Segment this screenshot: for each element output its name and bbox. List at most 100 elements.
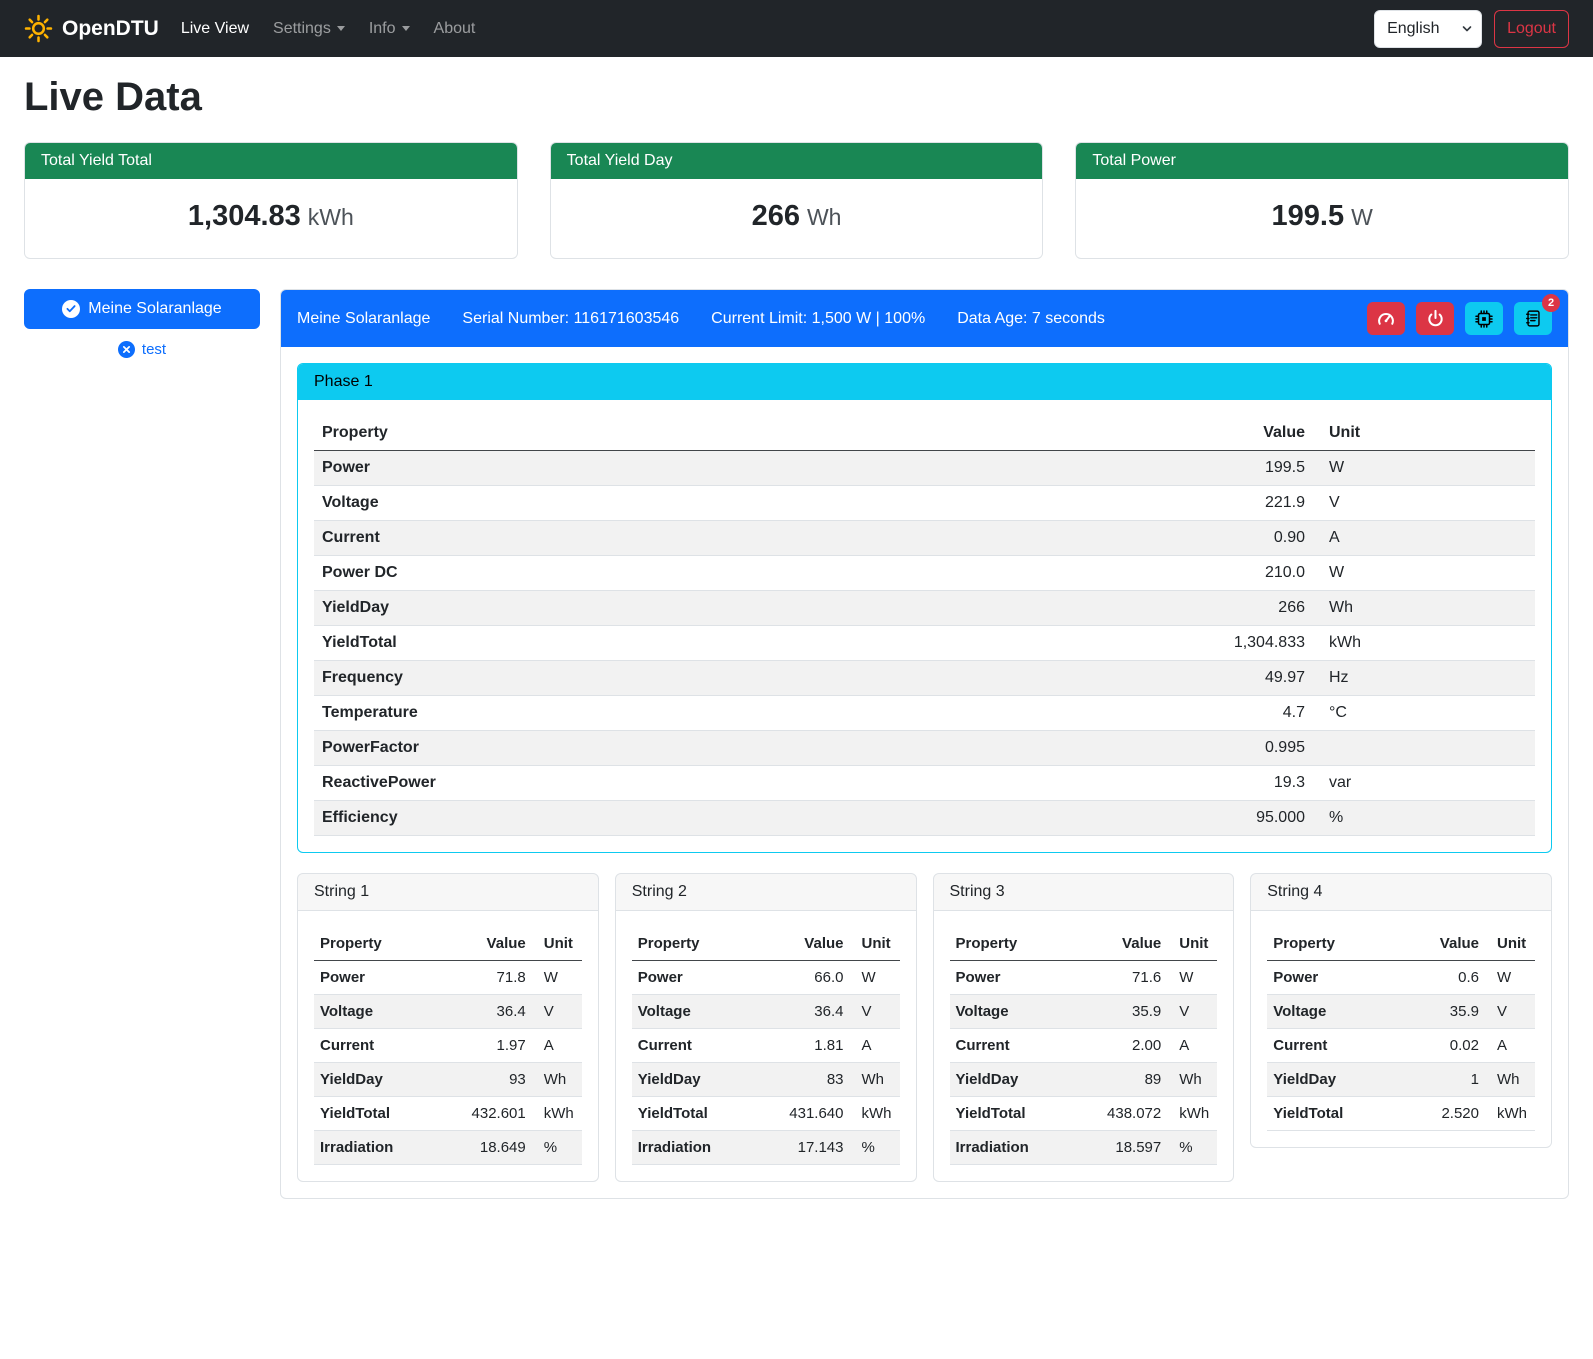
brand-link[interactable]: OpenDTU	[24, 14, 159, 43]
unit-cell: V	[532, 995, 582, 1029]
string-table: Property Value Unit Power71.6WVoltage35.…	[950, 927, 1218, 1165]
table-row: Power0.6W	[1267, 961, 1535, 995]
string-2-card: String 2 Property Value Unit	[615, 873, 917, 1182]
phase-body: Property Value Unit Power199.5WVoltage22…	[298, 400, 1551, 852]
unit-cell: Wh	[1167, 1063, 1217, 1097]
table-row: Frequency49.97Hz	[314, 661, 1535, 696]
inverter-card-header: Meine Solaranlage Serial Number: 1161716…	[281, 290, 1568, 347]
property-cell: Voltage	[314, 486, 1183, 521]
property-cell: Frequency	[314, 661, 1183, 696]
limit-settings-button[interactable]	[1367, 302, 1405, 335]
table-row: YieldTotal432.601kWh	[314, 1097, 582, 1131]
unit-cell: kWh	[850, 1097, 900, 1131]
chevron-down-icon	[402, 26, 410, 31]
card-title: Total Power	[1076, 143, 1568, 179]
language-select[interactable]: English	[1374, 10, 1482, 48]
nav-item-info[interactable]: Info	[357, 12, 422, 46]
chevron-down-icon	[337, 26, 345, 31]
property-cell: Power	[314, 451, 1183, 486]
property-cell: PowerFactor	[314, 731, 1183, 766]
column-value: Value	[754, 927, 849, 961]
table-row: Voltage36.4V	[314, 995, 582, 1029]
unit-cell: A	[850, 1029, 900, 1063]
table-header: Property Value Unit	[314, 927, 582, 961]
string-card-body: Property Value Unit Power0.6WVoltage35.9…	[1251, 911, 1551, 1147]
string-table-body: Power0.6WVoltage35.9VCurrent0.02AYieldDa…	[1267, 961, 1535, 1131]
table-row: Voltage35.9V	[1267, 995, 1535, 1029]
table-row: YieldTotal431.640kWh	[632, 1097, 900, 1131]
table-header: Property Value Unit	[950, 927, 1218, 961]
unit-cell: W	[850, 961, 900, 995]
table-row: Voltage35.9V	[950, 995, 1218, 1029]
card-title: Total Yield Total	[25, 143, 517, 179]
unit-cell: Wh	[532, 1063, 582, 1097]
nav-item-about[interactable]: About	[422, 12, 488, 46]
value-cell: 266	[1183, 591, 1313, 626]
unit-cell: var	[1313, 766, 1535, 801]
nav-item-label: About	[434, 20, 476, 38]
string-card-body: Property Value Unit Power71.6WVoltage35.…	[934, 911, 1234, 1181]
inverter-item-test[interactable]: test	[112, 340, 172, 359]
unit-cell: %	[850, 1131, 900, 1165]
table-row: Current2.00A	[950, 1029, 1218, 1063]
nav-item-live-view[interactable]: Live View	[169, 12, 261, 46]
value-cell: 2.00	[1072, 1029, 1167, 1063]
value-cell: 35.9	[1072, 995, 1167, 1029]
table-row: Current1.81A	[632, 1029, 900, 1063]
logout-button[interactable]: Logout	[1494, 10, 1569, 48]
value-cell: 17.143	[754, 1131, 849, 1165]
unit-cell: kWh	[532, 1097, 582, 1131]
power-toggle-button[interactable]	[1416, 302, 1454, 335]
property-cell: Current	[632, 1029, 755, 1063]
string-table: Property Value Unit Power66.0WVoltage36.…	[632, 927, 900, 1165]
unit-cell: Wh	[850, 1063, 900, 1097]
property-cell: YieldDay	[632, 1063, 755, 1097]
unit-cell: kWh	[1313, 626, 1535, 661]
card-value-area: 1,304.83kWh	[25, 179, 517, 258]
table-row: ReactivePower19.3var	[314, 766, 1535, 801]
string-4-card: String 4 Property Value Unit	[1250, 873, 1552, 1148]
sun-logo-icon	[24, 14, 53, 43]
property-cell: Irradiation	[950, 1131, 1073, 1165]
phase-panel: Phase 1 Property Value Unit Power199.5WV…	[297, 363, 1552, 853]
property-cell: YieldTotal	[950, 1097, 1073, 1131]
property-cell: YieldTotal	[632, 1097, 755, 1131]
unit-cell: V	[1313, 486, 1535, 521]
table-row: Voltage36.4V	[632, 995, 900, 1029]
card-value: 266	[752, 200, 800, 232]
value-cell: 0.90	[1183, 521, 1313, 556]
value-cell: 199.5	[1183, 451, 1313, 486]
unit-cell: W	[1313, 556, 1535, 591]
table-row: Irradiation18.649%	[314, 1131, 582, 1165]
value-cell: 432.601	[437, 1097, 532, 1131]
table-row: YieldDay1Wh	[1267, 1063, 1535, 1097]
nav-item-settings[interactable]: Settings	[261, 12, 357, 46]
inverter-card-body: Phase 1 Property Value Unit Power199.5WV…	[281, 347, 1568, 1198]
value-cell: 83	[754, 1063, 849, 1097]
value-cell: 210.0	[1183, 556, 1313, 591]
table-row: Current0.90A	[314, 521, 1535, 556]
table-row: Irradiation17.143%	[632, 1131, 900, 1165]
unit-cell: A	[1167, 1029, 1217, 1063]
unit-cell: V	[1167, 995, 1217, 1029]
inverter-data-age: Data Age: 7 seconds	[957, 310, 1105, 328]
unit-cell: V	[850, 995, 900, 1029]
event-log-button[interactable]: 2	[1514, 302, 1552, 335]
x-circle-icon	[118, 341, 135, 358]
table-row: Current1.97A	[314, 1029, 582, 1063]
table-row: Efficiency95.000%	[314, 801, 1535, 836]
value-cell: 49.97	[1183, 661, 1313, 696]
property-cell: Irradiation	[632, 1131, 755, 1165]
table-header-row: Property Value Unit	[314, 416, 1535, 451]
column-property: Property	[314, 416, 1183, 451]
string-3-card: String 3 Property Value Unit	[933, 873, 1235, 1182]
column-property: Property	[1267, 927, 1401, 961]
unit-cell	[1313, 731, 1535, 766]
inverter-item-label: test	[142, 341, 166, 358]
inverter-select-button[interactable]: Meine Solaranlage	[24, 289, 260, 329]
device-info-button[interactable]	[1465, 302, 1503, 335]
unit-cell: %	[1313, 801, 1535, 836]
table-row: Current0.02A	[1267, 1029, 1535, 1063]
property-cell: Current	[314, 1029, 437, 1063]
property-cell: YieldDay	[314, 591, 1183, 626]
